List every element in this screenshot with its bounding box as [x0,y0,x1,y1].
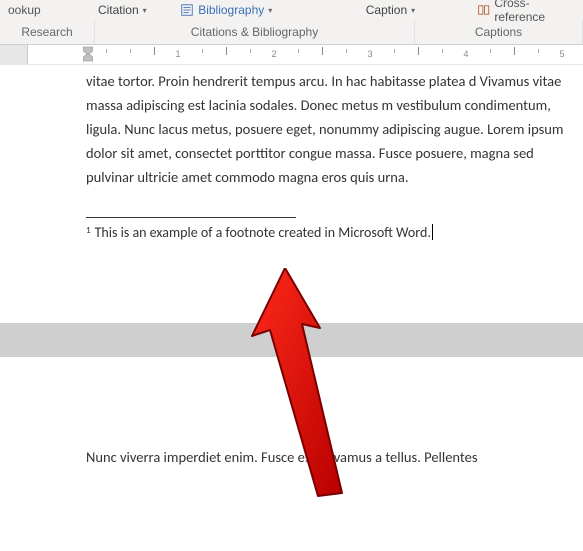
bibliography-label: Bibliography [198,3,264,17]
chevron-down-icon: ▾ [143,6,147,15]
bibliography-button[interactable]: Bibliography ▾ [174,0,300,20]
ruler-number: 3 [367,49,372,59]
document-page[interactable]: Nunc viverra imperdiet enim. Fusce est. … [0,357,583,489]
ruler-number: 1 [175,49,180,59]
ruler-number: 2 [271,49,276,59]
bibliography-icon [180,3,194,17]
smart-lookup-button[interactable]: ookup [0,0,92,20]
group-captions[interactable]: Captions [415,20,583,44]
document-page[interactable]: vitae tortor. Proin hendrerit tempus arc… [0,65,583,323]
footnote-separator [86,217,296,218]
insert-citation-button[interactable]: Citation ▾ [92,0,174,20]
insert-caption-button[interactable]: Caption ▾ [360,0,471,20]
ribbon-commands-row: ookup Citation ▾ Bibliography ▾ Caption … [0,0,583,20]
page-gap [0,323,583,357]
ribbon: ookup Citation ▾ Bibliography ▾ Caption … [0,0,583,45]
text-cursor [432,224,433,240]
chevron-down-icon: ▾ [268,6,272,15]
ruler-number: 5 [559,49,564,59]
caption-label: Caption [366,3,407,17]
ruler-corner [0,45,28,64]
footnote-text[interactable]: This is an example of a footnote created… [95,224,431,241]
footnote-number: 1 [86,224,91,238]
ruler-number: 4 [463,49,468,59]
ruler-scale[interactable]: 1 2 3 4 5 [28,45,583,64]
chevron-down-icon: ▾ [411,6,415,15]
group-citations[interactable]: Citations & Bibliography [95,20,415,44]
ribbon-group-labels: Research Citations & Bibliography Captio… [0,20,583,44]
body-paragraph[interactable]: vitae tortor. Proin hendrerit tempus arc… [86,69,583,189]
horizontal-ruler[interactable]: 1 2 3 4 5 [0,45,583,65]
footnote-entry[interactable]: 1 This is an example of a footnote creat… [86,224,583,241]
indent-marker-icon[interactable] [83,45,93,63]
citation-label: Citation [98,3,139,17]
cross-reference-icon [477,3,490,17]
cross-reference-button[interactable]: Cross-reference [471,0,583,20]
group-research[interactable]: Research [0,20,95,44]
body-paragraph[interactable]: Nunc viverra imperdiet enim. Fusce est. … [86,445,583,469]
lookup-label: ookup [8,3,41,17]
